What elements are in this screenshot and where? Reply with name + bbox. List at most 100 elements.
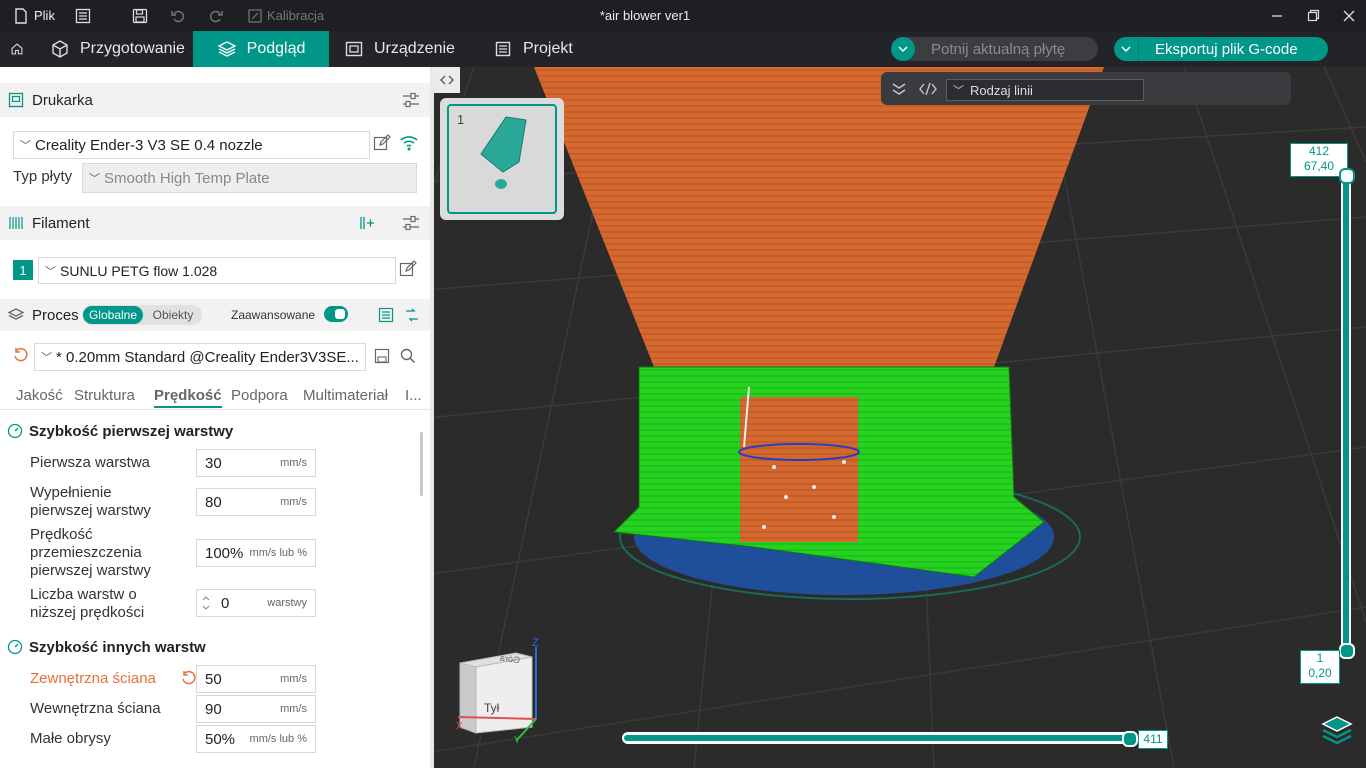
outer-wall-label: Zewnętrzna ściana	[30, 670, 156, 687]
filament-slot-badge[interactable]: 1	[13, 260, 33, 280]
axis-y-label: Y	[514, 735, 521, 746]
home-icon[interactable]	[10, 31, 34, 67]
close-icon[interactable]	[1342, 0, 1356, 31]
slow-layers-label-1: Liczba warstw o	[30, 586, 137, 603]
tab-preview[interactable]: Podgląd	[193, 31, 329, 67]
model-cylinder	[740, 397, 858, 542]
first-travel-label-3: pierwszej warstwy	[30, 562, 151, 579]
tab-more[interactable]: I...	[405, 387, 422, 404]
gcode-preview-render	[434, 67, 1366, 768]
compare-icon[interactable]	[404, 307, 420, 323]
printer-section-header: Drukarka	[0, 83, 430, 117]
chevron-down-icon: ﹀	[953, 85, 964, 97]
input-value: 50	[205, 670, 222, 688]
preview-viewport[interactable]: 1 ﹀ Rodzaj linii 412 67,40 1 0,20 411 Z …	[434, 67, 1366, 768]
redo-icon[interactable]	[208, 0, 224, 31]
edit-icon[interactable]	[373, 134, 391, 152]
input-unit: mm/s lub %	[249, 547, 307, 559]
edit-icon[interactable]	[399, 260, 417, 278]
add-filament-icon[interactable]	[358, 215, 376, 231]
filament-select[interactable]: ﹀ SUNLU PETG flow 1.028	[38, 257, 396, 284]
settings-panel: Drukarka ﹀ Creality Ender-3 V3 SE 0.4 no…	[0, 67, 430, 768]
first-layer-label: Pierwsza warstwa	[30, 454, 151, 471]
layer-slider-bottom-handle[interactable]	[1339, 643, 1355, 659]
calibration-menu[interactable]: Kalibracja	[248, 0, 324, 31]
tab-speed[interactable]: Prędkość	[154, 387, 222, 408]
stepper-arrows-icon[interactable]	[201, 594, 211, 612]
search-icon[interactable]	[400, 348, 416, 364]
slice-plate-label: Potnij aktualną płytę	[931, 40, 1066, 58]
settings-sliders-icon[interactable]	[402, 92, 420, 108]
tab-structure[interactable]: Struktura	[74, 387, 135, 404]
legend-toggle-button[interactable]	[1320, 713, 1354, 747]
small-perimeters-speed-input[interactable]: 50% mm/s lub %	[196, 725, 316, 753]
small-perimeters-label: Małe obrysy	[30, 730, 111, 747]
tab-support[interactable]: Podpora	[231, 387, 288, 404]
first-infill-speed-input[interactable]: 80 mm/s	[196, 488, 316, 516]
layer-slider-top-handle[interactable]	[1339, 168, 1355, 184]
slow-layers-stepper[interactable]: 0 warstwy	[196, 589, 316, 617]
line-type-select[interactable]: ﹀ Rodzaj linii	[946, 79, 1144, 101]
collapse-panel-button[interactable]	[434, 67, 460, 93]
global-objects-toggle[interactable]: Globalne Obiekty	[82, 305, 202, 325]
layers-icon	[217, 41, 237, 57]
reset-icon[interactable]	[180, 670, 196, 686]
plate-number: 1	[457, 112, 465, 127]
tab-prepare[interactable]: Przygotowanie	[50, 31, 193, 67]
tab-project[interactable]: Projekt	[493, 31, 573, 67]
save-icon[interactable]	[132, 0, 148, 31]
filament-icon	[9, 217, 23, 229]
first-layer-speed-input[interactable]: 30 mm/s	[196, 449, 316, 477]
outer-wall-speed-input[interactable]: 50 mm/s	[196, 665, 316, 693]
first-travel-label-2: przemieszczenia	[30, 544, 142, 561]
process-section-title: Proces	[32, 306, 79, 324]
tab-device-label: Urządzenie	[374, 40, 455, 57]
filament-section-title: Filament	[32, 214, 90, 232]
plate-thumbnail[interactable]: 1	[440, 98, 564, 220]
layer-slider-track[interactable]	[1341, 175, 1351, 651]
input-value: 50%	[205, 730, 236, 748]
project-icon	[495, 41, 511, 57]
collapse-chevrons-icon[interactable]	[891, 82, 907, 96]
panel-scrollbar[interactable]	[420, 432, 423, 496]
chevron-down-icon[interactable]	[1114, 37, 1139, 61]
file-menu-label: Plik	[34, 8, 55, 23]
plate-type-select[interactable]: ﹀ Smooth High Temp Plate	[82, 163, 417, 193]
file-menu[interactable]: Plik	[14, 0, 55, 31]
code-icon[interactable]	[919, 82, 937, 96]
cube-face-back: Tył	[484, 701, 500, 715]
inner-wall-speed-input[interactable]: 90 mm/s	[196, 695, 316, 723]
advanced-switch[interactable]	[324, 306, 348, 322]
chevron-down-icon[interactable]	[891, 37, 915, 61]
move-slider-handle[interactable]	[1122, 731, 1138, 747]
process-preset-select[interactable]: ﹀ * 0.20mm Standard @Creality Ender3V3SE…	[34, 343, 366, 371]
collapse-arrows-icon	[440, 75, 454, 85]
list-icon[interactable]	[378, 307, 394, 323]
move-slider-track[interactable]	[622, 732, 1132, 744]
settings-sliders-icon[interactable]	[402, 215, 420, 231]
maximize-icon[interactable]	[1306, 0, 1320, 31]
menu-icon[interactable]	[75, 0, 91, 31]
wifi-icon[interactable]	[399, 134, 419, 152]
other-layers-speed-title: Szybkość innych warstw	[29, 639, 206, 656]
cube-icon	[52, 40, 68, 58]
toggle-objects[interactable]: Obiekty	[144, 306, 202, 324]
speedometer-icon	[7, 639, 23, 655]
toggle-global[interactable]: Globalne	[83, 306, 143, 324]
save-icon[interactable]	[374, 348, 390, 364]
reset-icon[interactable]	[12, 347, 28, 363]
tab-multimaterial[interactable]: Multimateriał	[303, 387, 388, 404]
tab-device[interactable]: Urządzenie	[344, 31, 455, 67]
slice-plate-button[interactable]: Potnij aktualną płytę	[891, 37, 1098, 61]
first-travel-speed-input[interactable]: 100% mm/s lub %	[196, 539, 316, 567]
window-title: *air blower ver1	[599, 8, 691, 23]
speedometer-icon	[7, 423, 23, 439]
filament-select-value: SUNLU PETG flow 1.028	[60, 262, 218, 279]
minimize-icon[interactable]	[1270, 0, 1284, 31]
tab-quality[interactable]: Jakość	[16, 387, 63, 404]
view-cube[interactable]: Z X Y Tył Góra	[456, 637, 546, 747]
export-gcode-button[interactable]: Eksportuj plik G-code	[1114, 37, 1328, 61]
undo-icon[interactable]	[170, 0, 186, 31]
printer-select[interactable]: ﹀ Creality Ender-3 V3 SE 0.4 nozzle	[13, 131, 370, 159]
filament-section-header: Filament	[0, 206, 430, 240]
